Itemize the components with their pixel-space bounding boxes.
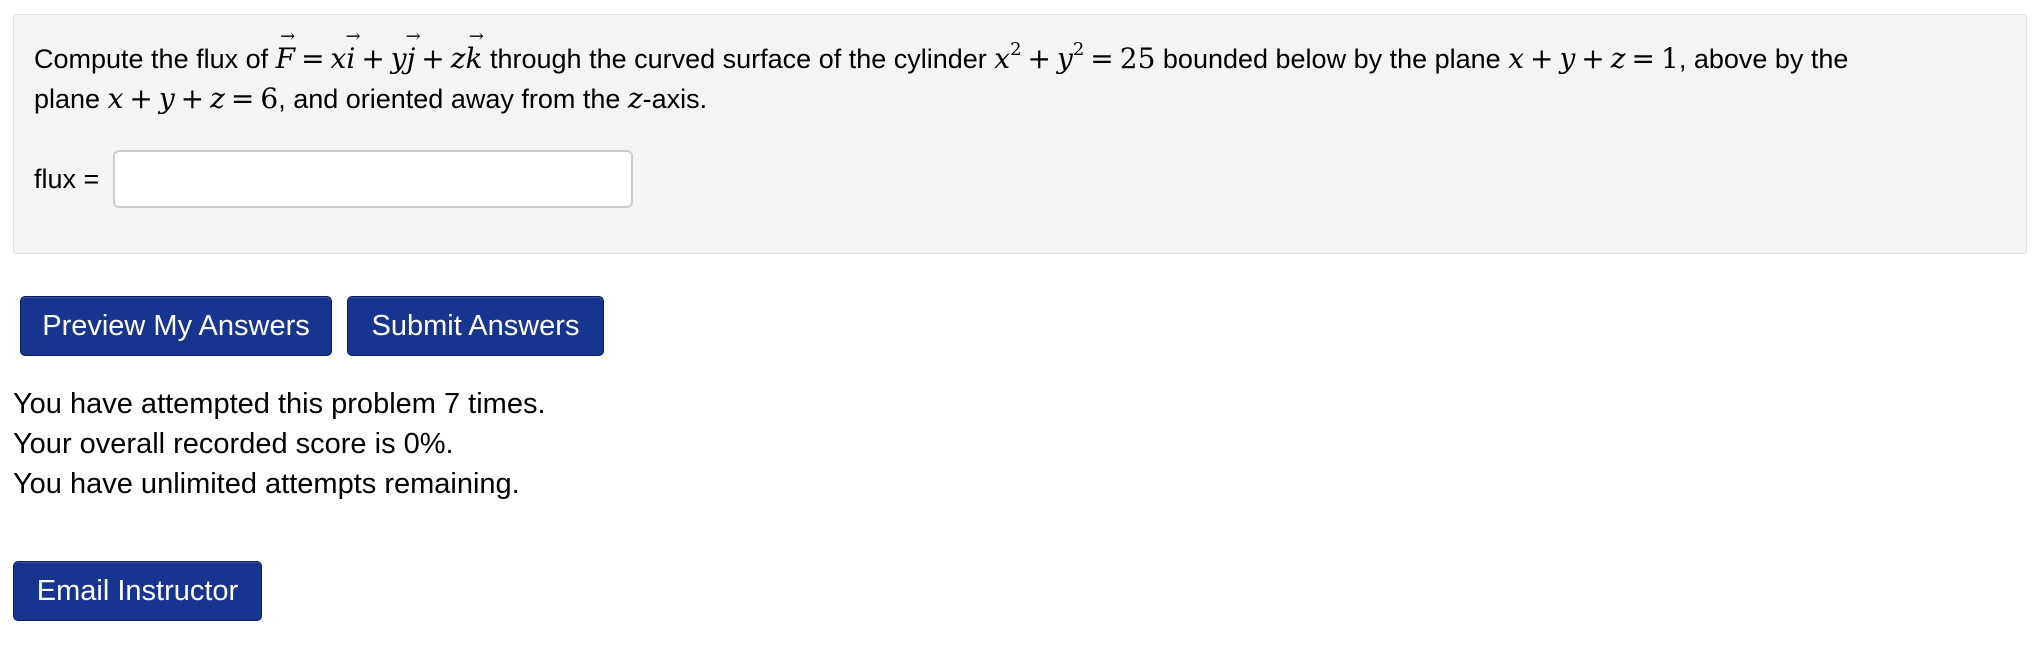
attempts-count-text: You have attempted this problem 7 times. [13,388,546,420]
problem-text-axis: -axis. [642,84,708,114]
problem-text-orientation: , and oriented away from the [278,84,628,114]
problem-panel: Compute the flux of F=xi+yj+zk through t… [13,14,2027,254]
vector-field-expression: F=xi+yj+zk [276,42,483,75]
recorded-score-text: Your overall recorded score is 0%. [13,428,454,460]
flux-answer-input[interactable] [113,150,634,208]
email-instructor-button[interactable]: Email Instructor [13,561,262,621]
problem-text-above: , above by the [1678,44,1849,74]
problem-text-below: bounded below by the plane [1155,44,1509,74]
problem-line-2: plane x + y + z = 6, and oriented away from th… [34,79,2024,119]
vector-j: j [407,39,416,79]
vector-f: F [276,39,295,79]
z-axis-symbol: z [627,82,643,115]
problem-text-surface: through the curved surface of the cylind… [482,44,995,74]
problem-line-1: Compute the flux of F=xi+yj+zk through t… [34,39,2024,79]
problem-statement: Compute the flux of F=xi+yj+zk through t… [34,39,2024,119]
attempts-remaining-text: You have unlimited attempts remaining. [13,468,520,500]
vector-k: k [466,39,483,79]
submit-answers-button[interactable]: Submit Answers [347,296,604,356]
upper-plane-equation: x + y + z = 6 [107,82,279,115]
vector-i: i [346,39,355,79]
flux-label: flux = [34,163,100,194]
answer-row: flux = [34,149,634,209]
lower-plane-equation: x + y + z = 1 [1508,42,1679,75]
problem-text-plane: plane [34,84,108,114]
preview-answers-button[interactable]: Preview My Answers [20,296,332,356]
problem-text-intro: Compute the flux of [34,44,276,74]
cylinder-equation: x2 + y2 = 25 [994,38,1156,75]
attempt-status: You have attempted this problem 7 times.… [13,384,546,504]
